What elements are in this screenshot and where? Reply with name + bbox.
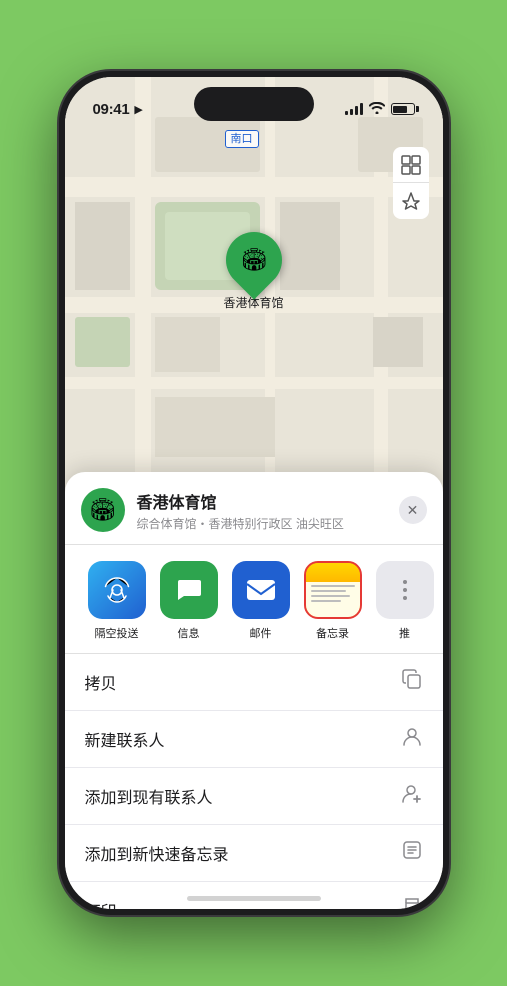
action-list: 拷贝 新建联系人 添加到现有联系人 <box>65 654 443 909</box>
map-pin: 🏟 香港体育馆 <box>223 232 283 311</box>
add-notes-icon <box>401 839 423 867</box>
sheet-header: 🏟 香港体育馆 综合体育馆・香港特别行政区 油尖旺区 ✕ <box>65 488 443 545</box>
action-row-new-contact[interactable]: 新建联系人 <box>65 711 443 768</box>
share-item-messages[interactable]: 信息 <box>153 561 225 641</box>
add-contact-icon <box>401 782 423 810</box>
dynamic-island <box>194 87 314 121</box>
battery-icon <box>391 103 415 115</box>
new-contact-label: 新建联系人 <box>85 727 165 751</box>
share-item-airdrop[interactable]: 隔空投送 <box>81 561 153 641</box>
phone-screen: 09:41 ▶ <box>65 77 443 909</box>
status-icons <box>345 102 415 117</box>
airdrop-label: 隔空投送 <box>95 625 139 641</box>
map-type-button[interactable] <box>393 147 429 183</box>
airdrop-icon <box>88 561 146 619</box>
add-contact-label: 添加到现有联系人 <box>85 784 213 808</box>
share-row: 隔空投送 信息 邮件 <box>65 545 443 654</box>
more-icon <box>376 561 434 619</box>
copy-label: 拷贝 <box>85 670 117 694</box>
share-item-mail[interactable]: 邮件 <box>225 561 297 641</box>
venue-name: 香港体育馆 <box>137 489 387 513</box>
notes-label: 备忘录 <box>316 625 349 641</box>
messages-label: 信息 <box>178 625 200 641</box>
bottom-sheet: 🏟 香港体育馆 综合体育馆・香港特别行政区 油尖旺区 ✕ 隔空投送 <box>65 472 443 909</box>
action-row-add-notes[interactable]: 添加到新快速备忘录 <box>65 825 443 882</box>
signal-bars-icon <box>345 103 363 115</box>
share-item-more[interactable]: 推 <box>369 561 441 641</box>
home-indicator <box>187 896 321 901</box>
wifi-icon <box>369 102 385 117</box>
add-notes-label: 添加到新快速备忘录 <box>85 841 229 865</box>
copy-icon <box>401 668 423 696</box>
map-controls <box>393 147 429 219</box>
print-label: 打印 <box>85 898 117 909</box>
messages-icon <box>160 561 218 619</box>
share-item-notes[interactable]: 备忘录 <box>297 561 369 641</box>
close-button[interactable]: ✕ <box>399 496 427 524</box>
print-icon <box>401 896 423 909</box>
more-label: 推 <box>399 625 410 641</box>
map-location-label: 南口 <box>225 130 259 148</box>
action-row-add-contact[interactable]: 添加到现有联系人 <box>65 768 443 825</box>
new-contact-icon <box>401 725 423 753</box>
location-button[interactable] <box>393 183 429 219</box>
action-row-copy[interactable]: 拷贝 <box>65 654 443 711</box>
notes-icon <box>304 561 362 619</box>
mail-icon <box>232 561 290 619</box>
map-area[interactable]: 南口 🏟 香港体育馆 <box>65 77 443 517</box>
venue-subtitle: 综合体育馆・香港特别行政区 油尖旺区 <box>137 515 387 532</box>
status-time: 09:41 <box>93 101 130 118</box>
phone-frame: 09:41 ▶ <box>59 71 449 915</box>
venue-icon: 🏟 <box>81 488 125 532</box>
mail-label: 邮件 <box>250 625 272 641</box>
location-arrow-icon: ▶ <box>134 103 142 116</box>
